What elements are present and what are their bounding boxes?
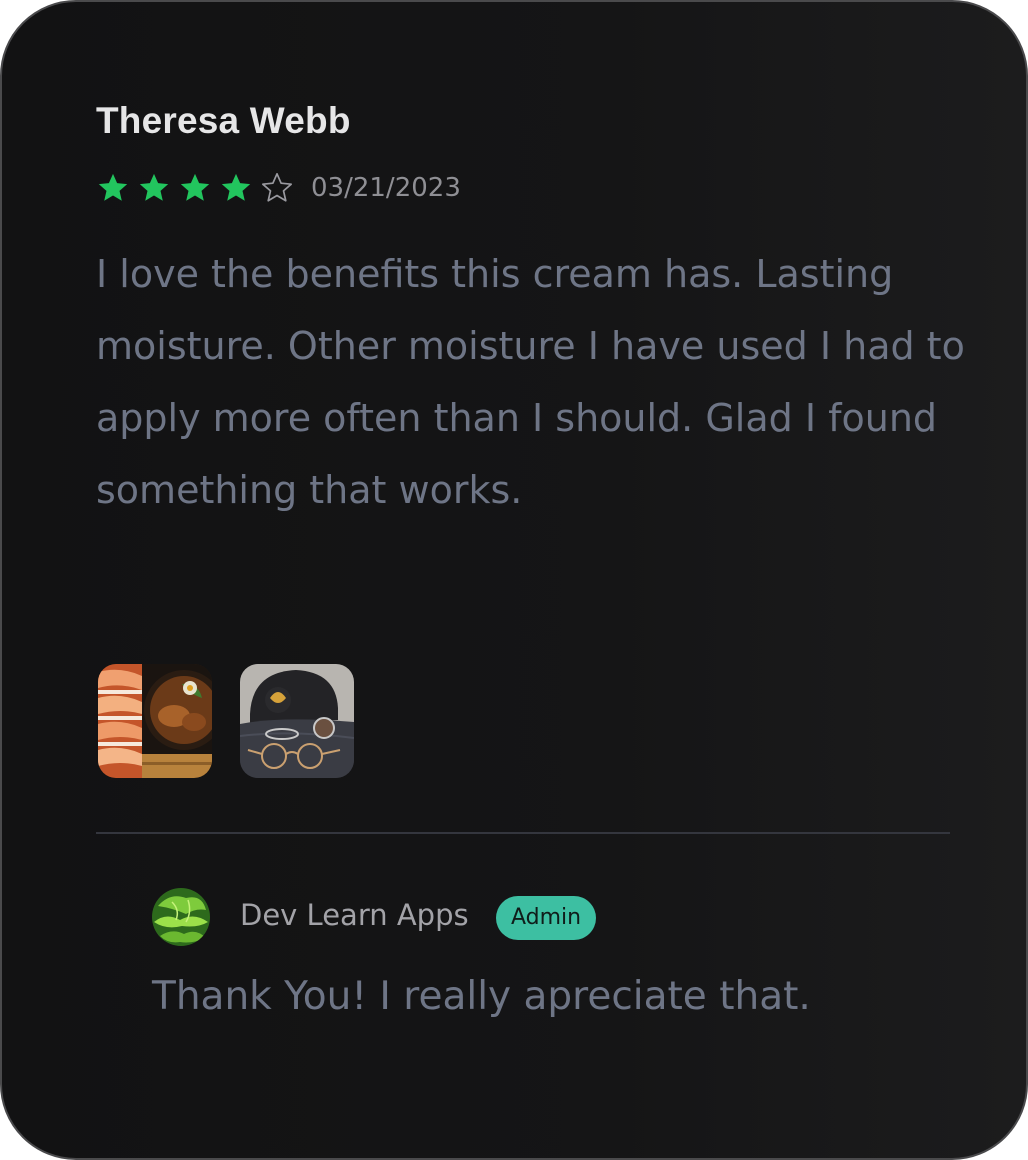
review-photo-1[interactable] xyxy=(98,664,212,778)
reply-text: Thank You! I really apreciate that. xyxy=(152,974,811,1019)
divider xyxy=(96,832,950,834)
star-filled-icon xyxy=(139,173,169,201)
rating-row: 03/21/2023 xyxy=(96,168,461,208)
review-photo-2[interactable] xyxy=(240,664,354,778)
review-text: I love the benefits this cream has. Last… xyxy=(96,252,965,512)
review-card: Theresa Webb 03/21/2023 I love the benef… xyxy=(0,0,1028,1160)
star-rating xyxy=(96,171,301,205)
admin-badge: Admin xyxy=(496,896,597,940)
star-filled-icon xyxy=(98,173,128,201)
admin-avatar xyxy=(152,888,210,946)
cap-glasses-photo-icon xyxy=(240,664,354,778)
review-date: 03/21/2023 xyxy=(311,173,461,203)
reviewer-name: Theresa Webb xyxy=(96,100,351,141)
sushi-food-photo-icon xyxy=(98,664,212,778)
star-empty-icon xyxy=(261,172,293,202)
lettuce-avatar-icon xyxy=(152,888,210,946)
star-filled-icon xyxy=(180,173,210,201)
star-filled-icon xyxy=(221,173,251,201)
reply-author: Dev Learn Apps xyxy=(240,898,469,932)
